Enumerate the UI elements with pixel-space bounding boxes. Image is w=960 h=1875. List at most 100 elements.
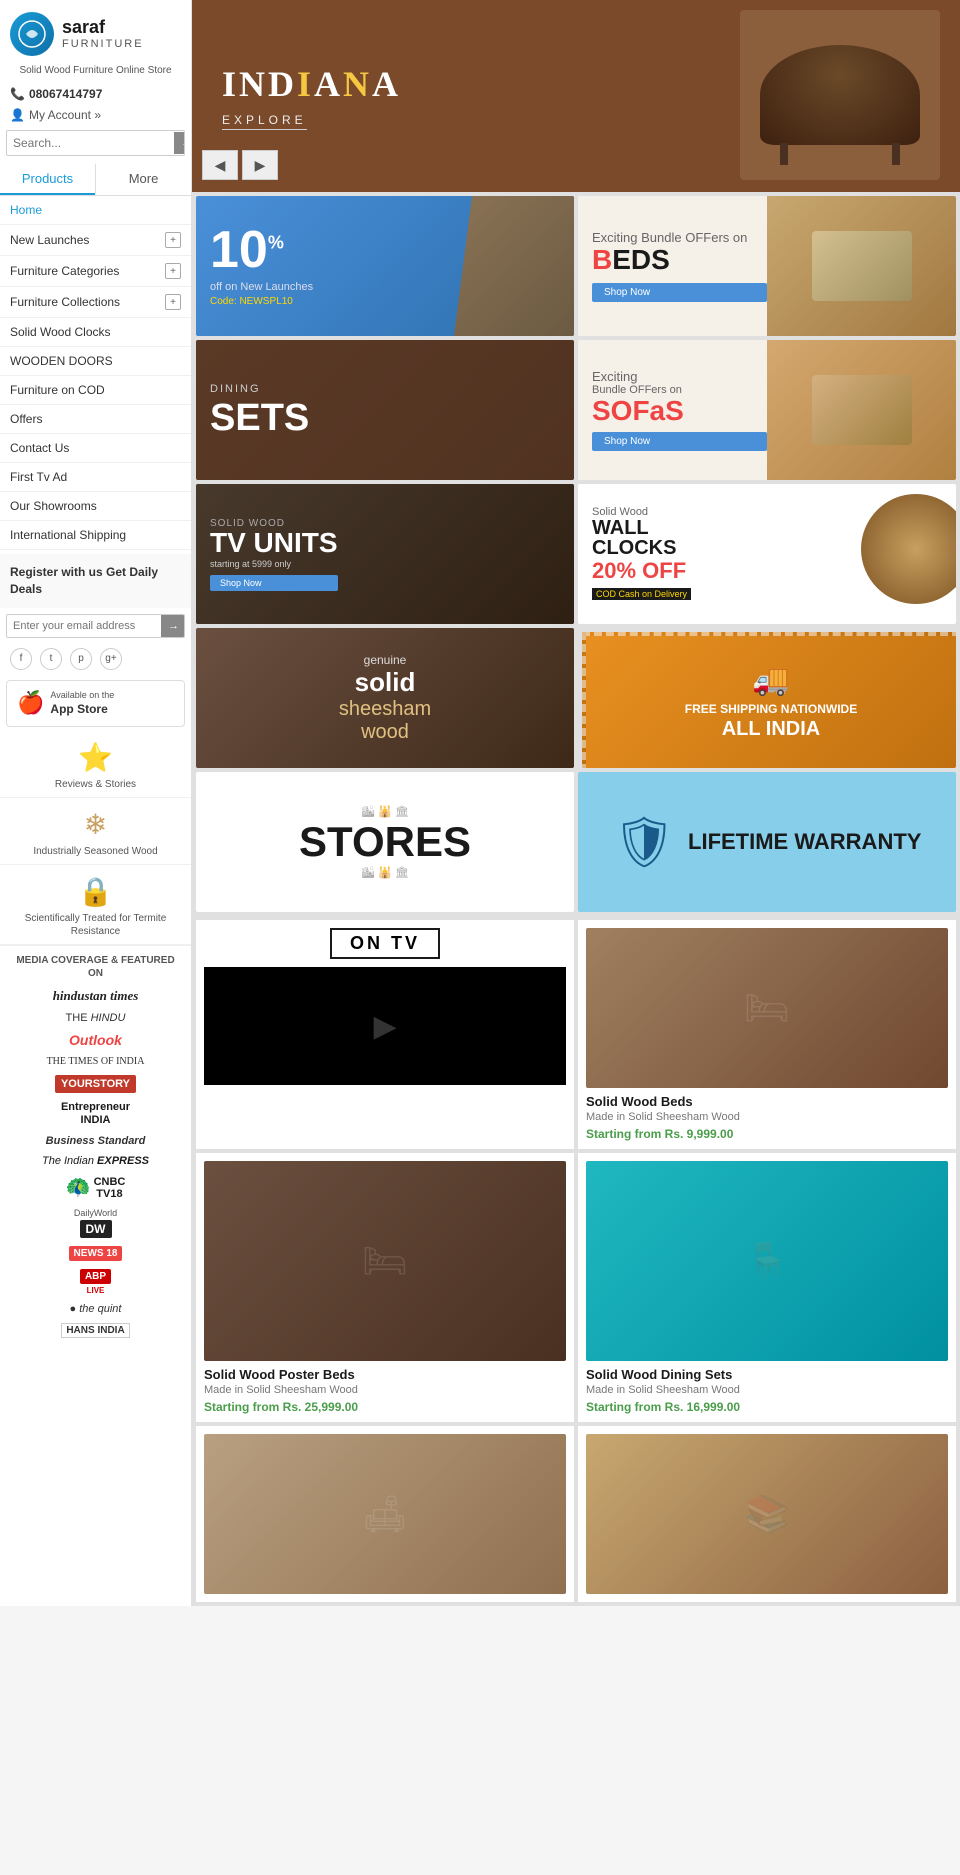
sidebar-item-new-launches[interactable]: New Launches + [0,225,191,256]
wall-clocks-title: WALLCLOCKS [592,518,785,558]
clocks-discount: 20% OFF [592,558,785,584]
promo-beds[interactable]: Exciting Bundle OFFers on BEDS Shop Now [578,196,956,336]
email-box: → [6,614,185,638]
toi-logo: THE TIMES OF INDIA [10,1056,181,1067]
promo-lifetime-warranty[interactable]: 🛡 LIFETIME WARRANTY [578,772,956,912]
seasoned-wood-feature: ❄ Industrially Seasoned Wood [0,798,191,865]
email-submit-button[interactable]: → [161,615,185,637]
promo-10-off[interactable]: 10% off on New Launches Code: NEWSPL10 [196,196,574,336]
hans-india-logo: HANS INDIA [10,1323,181,1338]
sidebar-item-furniture-collections[interactable]: Furniture Collections + [0,287,191,318]
brand-name-line2: FURNITURE [62,38,144,50]
sofa-icon: 🛋 [362,1493,408,1535]
sidebar-item-contact-us[interactable]: Contact Us [0,434,191,463]
product-card-beds[interactable]: 🛏 Solid Wood Beds Made in Solid Sheesham… [578,920,956,1149]
promo-free-shipping[interactable]: 🚚 FREE SHIPPING NATIONWIDE ALL INDIA [578,628,956,768]
bookshelf-product-image: 📚 [586,1434,948,1594]
appstore-link[interactable]: 🍎 Available on the App Store [6,680,185,727]
product-card-poster-beds[interactable]: 🛏 Solid Wood Poster Beds Made in Solid S… [196,1153,574,1422]
sidebar-item-furniture-cod[interactable]: Furniture on COD [0,376,191,405]
promo-dining-sets[interactable]: DINING SETS [196,340,574,480]
search-input[interactable] [7,131,174,155]
on-tv-label: ON TV [330,928,440,959]
dining-sets-subtitle: Made in Solid Sheesham Wood [586,1384,948,1396]
promo-wall-clocks[interactable]: Solid Wood WALLCLOCKS 20% OFF COD Cash o… [578,484,956,624]
twitter-icon[interactable]: t [40,648,62,670]
hero-brand-title: INDIANA [222,63,401,105]
sidebar-item-furniture-categories[interactable]: Furniture Categories + [0,256,191,287]
tab-more[interactable]: More [95,164,191,195]
promo-tv-units[interactable]: SOLID WOOD TV UNITS starting at 5999 onl… [196,484,574,624]
sidebar-item-our-showrooms[interactable]: Our Showrooms [0,492,191,521]
hero-next-button[interactable]: ▶ [242,150,278,180]
wood-label: wood [339,721,431,744]
poster-beds-name: Solid Wood Poster Beds [204,1367,566,1382]
sofas-title: SOFaS [592,398,767,423]
free-shipping-text: FREE SHIPPING NATIONWIDE [685,702,857,718]
sidebar: saraf FURNITURE Solid Wood Furniture Onl… [0,0,192,1606]
clock-circle [861,494,956,604]
lock-icon: 🔒 [78,875,113,908]
sheesham-label: sheesham [339,698,431,721]
beds-header: Exciting Bundle OFFers on [592,230,767,245]
googleplus-icon[interactable]: g+ [100,648,122,670]
poster-beds-subtitle: Made in Solid Sheesham Wood [204,1384,566,1396]
sofa-product-image: 🛋 [204,1434,566,1594]
truck-icon: 🚚 [752,663,789,698]
beds-shop-button[interactable]: Shop Now [592,283,767,302]
solid-label: solid [339,667,431,698]
expand-icon[interactable]: + [165,232,181,248]
brand-name: saraf FURNITURE [62,18,144,50]
sidebar-item-international-shipping[interactable]: International Shipping [0,521,191,550]
tv-shop-button[interactable]: Shop Now [210,575,338,591]
phone-icon: 📞 [10,87,25,101]
facebook-icon[interactable]: f [10,648,32,670]
cod-label: COD Cash on Delivery [592,588,691,600]
product-card-bookshelf[interactable]: 📚 [578,1426,956,1602]
promo-stores[interactable]: 🏙 🕌 🏛 STORES 🏙 🕌 🏛 [196,772,574,912]
poster-dining-section: 🛏 Solid Wood Poster Beds Made in Solid S… [192,1153,960,1426]
hero-prev-button[interactable]: ◀ [202,150,238,180]
main-content: INDIANA EXPLORE ◀ ▶ 10% off on New L [192,0,960,1606]
product-card-sofas[interactable]: 🛋 [196,1426,574,1602]
media-section: MEDIA COVERAGE & FEATURED ON hindustan t… [0,945,191,1354]
hero-explore-label[interactable]: EXPLORE [222,113,307,130]
peacock-icon: 🦚 [66,1175,91,1200]
sidebar-item-wooden-doors[interactable]: WOODEN DOORS [0,347,191,376]
dining-sets-name: Solid Wood Dining Sets [586,1367,948,1382]
media-title: MEDIA COVERAGE & FEATURED ON [10,954,181,980]
dining-sets-price: Starting from Rs. 16,999.00 [586,1400,948,1414]
search-button[interactable]: → [174,132,185,154]
tab-products[interactable]: Products [0,164,95,195]
reviews-feature: ⭐ Reviews & Stories [0,731,191,798]
product-card-dining-sets[interactable]: 🪑 Solid Wood Dining Sets Made in Solid S… [578,1153,956,1422]
promo-sheesham[interactable]: genuine solid sheesham wood [196,628,574,768]
yourstory-logo: YOURSTORY [10,1075,181,1093]
bed-icon: 🛏 [744,987,790,1029]
promo-grid: 10% off on New Launches Code: NEWSPL10 E… [192,192,960,916]
on-tv-panel: ON TV ▶ [196,920,574,1149]
account-text: My Account » [29,108,101,122]
discount-percent: 10% [210,224,284,276]
poster-beds-price: Starting from Rs. 25,999.00 [204,1400,566,1414]
register-section: Register with us Get Daily Deals [0,554,191,608]
beds-product-price: Starting from Rs. 9,999.00 [586,1127,948,1141]
promo-sofas[interactable]: Exciting Bundle OFFers on SOFaS Shop Now [578,340,956,480]
dining-title: SETS [210,399,309,437]
expand-icon[interactable]: + [165,263,181,279]
expand-icon[interactable]: + [165,294,181,310]
logo-icon [10,12,54,56]
sidebar-item-first-tv-ad[interactable]: First Tv Ad [0,463,191,492]
sofas-shop-button[interactable]: Shop Now [592,432,767,451]
beds-product-image: 🛏 [586,928,948,1088]
pinterest-icon[interactable]: p [70,648,92,670]
sidebar-item-home[interactable]: Home [0,196,191,225]
tv-video-placeholder[interactable]: ▶ [204,967,566,1085]
indian-express-logo: The Indian EXPRESS [10,1155,181,1167]
dining-label: DINING [210,383,309,395]
email-input[interactable] [7,615,161,637]
sidebar-item-solid-wood-clocks[interactable]: Solid Wood Clocks [0,318,191,347]
off-text: off on New Launches Code: NEWSPL10 [210,280,313,309]
account-link[interactable]: 👤 My Account » [0,105,191,130]
sidebar-item-offers[interactable]: Offers [0,405,191,434]
